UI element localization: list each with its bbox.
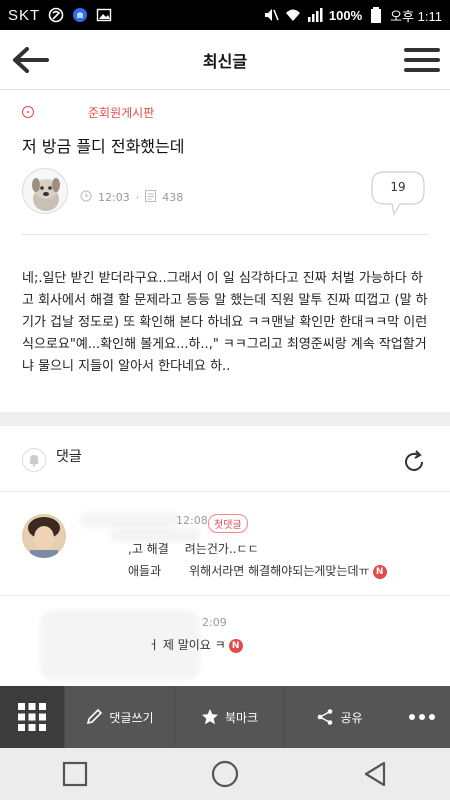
dog-avatar-icon (32, 178, 60, 211)
comment-time: 2:09 (202, 616, 227, 629)
circle-icon (211, 760, 239, 788)
divider (22, 234, 428, 235)
refresh-button[interactable] (400, 448, 428, 476)
new-badge: N (228, 638, 243, 653)
comments-label: 댓글 (56, 449, 82, 465)
status-bar: SKT 100% 오후 1:11 (0, 0, 450, 30)
board-name: 준회원게시판 (88, 106, 155, 120)
bookmark-label: 북마크 (224, 710, 259, 725)
triangle-back-icon (364, 761, 386, 787)
comments-header: 댓글 (0, 426, 450, 492)
write-comment-label: 댓글쓰기 (109, 710, 154, 725)
wifi-icon (285, 7, 301, 23)
menu-bar-icon (404, 68, 440, 72)
refresh-icon (405, 450, 423, 471)
commenter-avatar[interactable] (22, 514, 66, 558)
image-icon (96, 7, 112, 23)
views-icon (145, 190, 157, 205)
comment-text-line: 애들과 위해서라면 해결해야되는게맞는데ㅠ N (128, 562, 387, 579)
bookmark-button[interactable]: 북마크 (174, 686, 284, 748)
write-comment-button[interactable]: 댓글쓰기 (64, 686, 174, 748)
grid-menu-button[interactable] (0, 686, 64, 748)
battery-label: 100% (328, 7, 363, 23)
more-dot-icon (409, 714, 415, 720)
star-icon (201, 709, 218, 725)
comment-time: 12:08 (176, 514, 208, 527)
mute-icon (263, 7, 279, 23)
system-nav-bar (0, 748, 450, 800)
clock-label: 오후 1:11 (390, 8, 442, 24)
square-icon (62, 761, 88, 787)
more-options-button[interactable] (394, 686, 450, 748)
comment-count-bubble[interactable]: 19 (370, 170, 426, 216)
post-title: 저 방금 플디 전화했는데 (22, 137, 185, 156)
new-badge: N (372, 564, 387, 579)
menu-button[interactable] (404, 42, 440, 78)
bell-icon[interactable] (22, 448, 46, 472)
page-title: 최신글 (202, 52, 248, 71)
comment-count: 19 (390, 180, 406, 194)
signal-app-icon (48, 7, 64, 23)
pencil-icon (87, 708, 103, 725)
more-dot-icon (419, 714, 425, 720)
menu-bar-icon (404, 48, 440, 52)
share-icon (318, 709, 333, 725)
blurred-username (80, 512, 180, 528)
bottom-toolbar: 댓글쓰기 북마크 공유 (0, 686, 450, 748)
comment-text-line: ,고 해결 려는건가..ㄷㄷ (128, 542, 259, 556)
post-body: 네;.일단 받긴 받더라구요..그래서 이 일 심각하다고 진짜 처벌 가능하다… (22, 271, 428, 374)
post-time: 12:03 (98, 191, 130, 204)
author-avatar[interactable] (22, 168, 68, 214)
recent-apps-button[interactable] (45, 754, 105, 794)
section-divider (0, 412, 450, 426)
hand-icon (72, 7, 88, 23)
first-comment-badge: 첫댓글 (208, 514, 248, 533)
comment-text-line: ㅓ 제 말이요 ㅋN (148, 636, 243, 653)
post-meta: 12:03 · 438 (80, 190, 183, 205)
more-dot-icon (429, 714, 435, 720)
grid-icon (18, 703, 46, 731)
system-back-button[interactable] (345, 754, 405, 794)
view-count: 438 (162, 191, 184, 204)
comment-item: 2:09 ㅓ 제 말이요 ㅋN (0, 606, 450, 686)
share-label: 공유 (340, 710, 363, 725)
battery-icon (368, 7, 384, 23)
app-header: 최신글 (0, 30, 450, 90)
meta-separator: · (135, 191, 140, 204)
post-header: 준회원게시판 저 방금 플디 전화했는데 12:03 · 438 19 (0, 90, 450, 235)
share-button[interactable]: 공유 (284, 686, 394, 748)
comment-item: 12:08 첫댓글 ,고 해결 려는건가..ㄷㄷ 애들과 위해서라면 해결해야되는게… (0, 506, 450, 596)
board-icon (22, 106, 34, 118)
home-button[interactable] (195, 754, 255, 794)
cellular-signal-icon (307, 7, 323, 23)
clock-icon (80, 190, 92, 205)
person-avatar-icon (22, 514, 66, 558)
board-link[interactable]: 준회원게시판 (22, 106, 154, 120)
carrier-label: SKT (8, 6, 41, 24)
menu-bar-icon (404, 58, 440, 62)
